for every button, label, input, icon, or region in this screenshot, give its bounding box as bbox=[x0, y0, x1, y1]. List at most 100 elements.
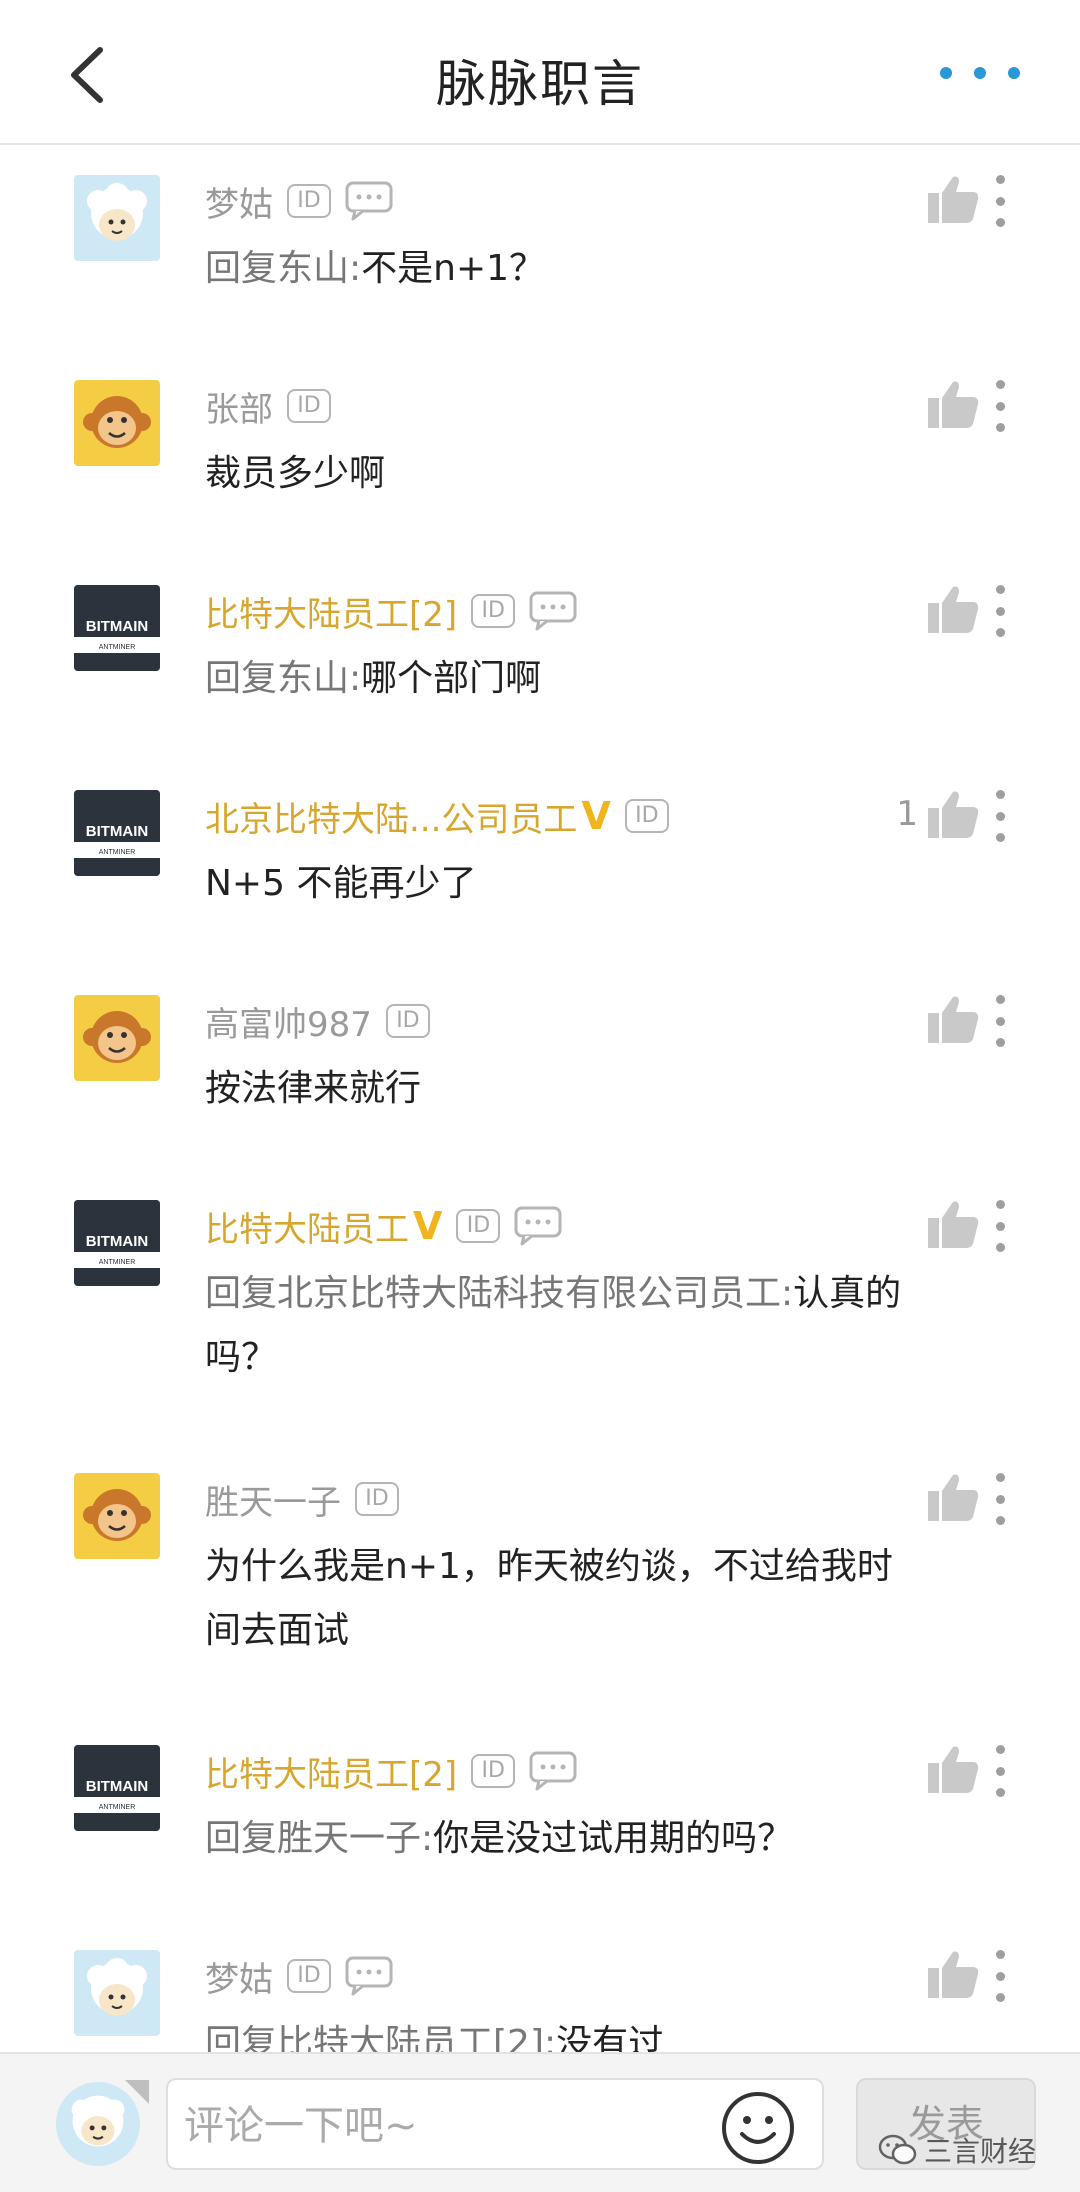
svg-text:ANTMINER: ANTMINER bbox=[99, 1804, 136, 1811]
comment-author-name[interactable]: 比特大陆员工[2] bbox=[205, 587, 457, 636]
comment-input[interactable] bbox=[184, 2096, 704, 2156]
dot-icon bbox=[996, 1221, 1005, 1231]
comment-menu-button[interactable] bbox=[996, 1950, 1008, 2002]
comment-author-name[interactable]: 高富帅987 bbox=[205, 997, 372, 1046]
comment-author-name[interactable]: 胜天一子 bbox=[205, 1475, 341, 1524]
comment-header: 高富帅987 ID bbox=[205, 997, 430, 1045]
comment-menu-button[interactable] bbox=[996, 585, 1008, 637]
bitmain-avatar-icon: BITMAIN ANTMINER bbox=[74, 1745, 160, 1831]
bitmain-avatar-icon: BITMAIN ANTMINER bbox=[74, 585, 160, 671]
user-avatar[interactable] bbox=[74, 1950, 160, 2036]
user-avatar[interactable]: BITMAIN ANTMINER bbox=[74, 1200, 160, 1286]
user-avatar[interactable] bbox=[74, 995, 160, 1081]
thumbs-up-icon bbox=[928, 1746, 979, 1793]
comment-menu-button[interactable] bbox=[996, 1745, 1008, 1797]
comment-list[interactable]: 梦姑 ID 回复东山:不是n+1？ 张部 ID 裁员多少啊 BITMAIN ANTMINER 比… bbox=[0, 147, 1080, 2052]
like-button[interactable] bbox=[860, 989, 980, 1049]
comment-header: 梦姑 ID bbox=[205, 1952, 393, 2000]
like-button[interactable] bbox=[860, 579, 980, 639]
id-badge[interactable]: ID bbox=[471, 1754, 516, 1788]
comment-menu-button[interactable] bbox=[996, 1200, 1008, 1252]
user-avatar[interactable] bbox=[74, 175, 160, 261]
like-count: 1 bbox=[896, 794, 918, 834]
comment-text: 为什么我是n+1，昨天被约谈，不过给我时间去面试 bbox=[205, 1535, 925, 1663]
user-avatar[interactable]: BITMAIN ANTMINER bbox=[74, 790, 160, 876]
dot-icon bbox=[996, 175, 1005, 184]
user-avatar[interactable] bbox=[74, 1473, 160, 1559]
reply-prefix[interactable]: 回复比特大陆员工[2]: bbox=[205, 2023, 556, 2052]
chat-bubble-icon[interactable] bbox=[529, 591, 577, 631]
verified-badge: V bbox=[581, 794, 611, 838]
reply-prefix[interactable]: 回复北京比特大陆科技有限公司员工: bbox=[205, 1273, 793, 1314]
chat-bubble-icon[interactable] bbox=[529, 1751, 577, 1791]
thumbs-up-icon bbox=[928, 996, 979, 1043]
like-button[interactable] bbox=[860, 169, 980, 229]
dot-icon bbox=[996, 423, 1005, 432]
comment-text: 回复胜天一子:你是没过试用期的吗？ bbox=[205, 1807, 925, 1871]
id-badge[interactable]: ID bbox=[471, 594, 516, 628]
comment-text: 裁员多少啊 bbox=[205, 442, 925, 506]
like-button[interactable] bbox=[860, 1467, 980, 1527]
thumbs-up-icon bbox=[928, 176, 979, 223]
comment-body: 哪个部门啊 bbox=[361, 658, 542, 699]
comment-author-name[interactable]: 张部 bbox=[205, 382, 273, 431]
comment-author-name[interactable]: 梦姑 bbox=[205, 1952, 273, 2001]
comment-menu-button[interactable] bbox=[996, 175, 1008, 227]
comment-menu-button[interactable] bbox=[996, 995, 1008, 1047]
chat-bubble-icon[interactable] bbox=[514, 1206, 562, 1246]
comment-menu-button[interactable] bbox=[996, 1473, 1008, 1525]
svg-text:BITMAIN: BITMAIN bbox=[86, 618, 149, 635]
id-badge[interactable]: ID bbox=[287, 389, 331, 423]
comment-text: 回复东山:不是n+1？ bbox=[205, 237, 925, 301]
like-button[interactable]: 1 bbox=[860, 784, 980, 844]
dot-icon bbox=[940, 67, 952, 79]
wechat-icon bbox=[878, 2134, 917, 2165]
like-button[interactable] bbox=[860, 1739, 980, 1799]
id-badge[interactable]: ID bbox=[287, 1959, 331, 1993]
like-button[interactable] bbox=[860, 1944, 980, 2004]
like-button[interactable] bbox=[860, 374, 980, 434]
id-badge[interactable]: ID bbox=[456, 1209, 501, 1243]
thumbs-up-icon bbox=[928, 791, 979, 838]
dot-icon bbox=[996, 606, 1005, 616]
comment-text: 回复东山:哪个部门啊 bbox=[205, 647, 925, 711]
user-avatar[interactable]: BITMAIN ANTMINER bbox=[74, 1745, 160, 1831]
comment-compose-bar: 发表 三言财经 bbox=[0, 2052, 1080, 2192]
comment-input-box[interactable] bbox=[166, 2078, 824, 2170]
comment-author-name[interactable]: 梦姑 bbox=[205, 177, 273, 226]
emoji-icon[interactable] bbox=[720, 2090, 796, 2166]
svg-text:BITMAIN: BITMAIN bbox=[86, 1778, 149, 1795]
svg-text:ANTMINER: ANTMINER bbox=[99, 644, 136, 651]
dot-icon bbox=[996, 585, 1005, 594]
comment-body: N+5 不能再少了 bbox=[205, 863, 477, 904]
thumbs-up-icon bbox=[928, 1951, 979, 1998]
monkey-avatar-icon bbox=[83, 1011, 151, 1063]
id-badge[interactable]: ID bbox=[355, 1482, 399, 1516]
svg-text:BITMAIN: BITMAIN bbox=[86, 823, 149, 840]
dot-icon bbox=[996, 1766, 1005, 1776]
reply-prefix[interactable]: 回复东山: bbox=[205, 658, 361, 699]
comment-menu-button[interactable] bbox=[996, 790, 1008, 842]
chat-bubble-icon[interactable] bbox=[345, 1956, 393, 1996]
comment-menu-button[interactable] bbox=[996, 380, 1008, 432]
reply-prefix[interactable]: 回复东山: bbox=[205, 248, 361, 289]
reply-prefix[interactable]: 回复胜天一子: bbox=[205, 1818, 433, 1859]
id-badge[interactable]: ID bbox=[385, 1004, 430, 1038]
more-options-button[interactable] bbox=[940, 58, 1020, 88]
comment-body: 裁员多少啊 bbox=[205, 453, 386, 494]
dot-icon bbox=[996, 1473, 1005, 1482]
user-avatar[interactable]: BITMAIN ANTMINER bbox=[74, 585, 160, 671]
comment-author-name[interactable]: 北京比特大陆...公司员工 bbox=[205, 792, 577, 841]
page-title: 脉脉职言 bbox=[436, 55, 644, 113]
user-avatar[interactable] bbox=[74, 380, 160, 466]
dot-icon bbox=[996, 628, 1005, 637]
chat-bubble-icon[interactable] bbox=[345, 181, 393, 221]
like-button[interactable] bbox=[860, 1194, 980, 1254]
id-badge[interactable]: ID bbox=[624, 799, 669, 833]
thumbs-up-icon bbox=[928, 1474, 979, 1521]
comment-author-name[interactable]: 比特大陆员工[2] bbox=[205, 1747, 457, 1796]
comment-author-name[interactable]: 比特大陆员工 bbox=[205, 1202, 409, 1251]
thumbs-up-icon bbox=[928, 381, 979, 428]
thumbs-up-icon bbox=[928, 1201, 979, 1248]
id-badge[interactable]: ID bbox=[287, 184, 331, 218]
